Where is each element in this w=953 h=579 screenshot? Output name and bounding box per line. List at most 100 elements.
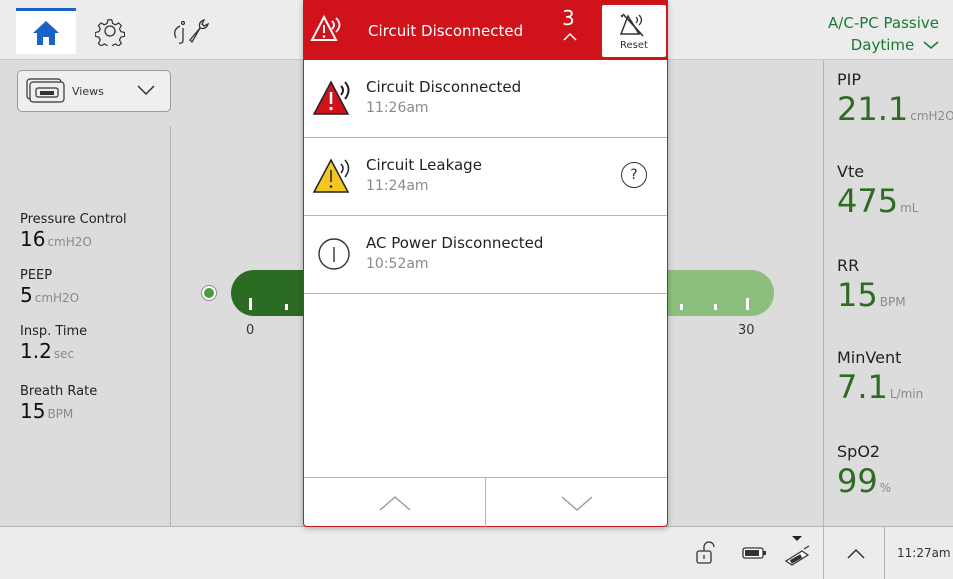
chevron-up-icon bbox=[847, 548, 865, 559]
power-status[interactable] bbox=[780, 531, 814, 569]
gauge-tick bbox=[680, 304, 683, 310]
param-label: MinVent bbox=[837, 348, 902, 367]
alarm-item[interactable]: AC Power Disconnected 10:52am bbox=[304, 216, 667, 294]
tab-tools[interactable] bbox=[160, 8, 220, 54]
setting-label: Breath Rate bbox=[20, 384, 98, 399]
expand-button[interactable] bbox=[836, 537, 876, 571]
panel-divider bbox=[170, 126, 171, 526]
param-unit: mL bbox=[900, 201, 919, 215]
setting-value: 5 cmH2O bbox=[20, 284, 79, 309]
alarm-item[interactable]: Circuit Leakage 11:24am ? bbox=[304, 138, 667, 216]
param-label: SpO2 bbox=[837, 442, 881, 461]
help-icon[interactable]: ? bbox=[621, 162, 647, 188]
param-unit: L/min bbox=[889, 387, 924, 401]
scroll-down-button[interactable] bbox=[486, 478, 667, 527]
alarm-time: 11:24am bbox=[366, 178, 429, 194]
settings-panel: Views Pressure Control 16 cmH2O PEEP 5 cmH… bbox=[0, 60, 172, 526]
param-rr: RR 15 BPM bbox=[837, 256, 906, 321]
home-icon bbox=[33, 20, 59, 45]
views-icon bbox=[26, 78, 65, 103]
alarm-panel: Circuit Disconnected 3 Reset Circuit Dis… bbox=[303, 0, 668, 527]
tab-home[interactable] bbox=[16, 8, 76, 54]
gauge-indicator-dot bbox=[202, 286, 216, 300]
alarm-reset-button[interactable]: Reset bbox=[601, 4, 667, 58]
setting-value: 1.2 sec bbox=[20, 340, 87, 365]
setting-number: 5 bbox=[20, 283, 33, 307]
alarm-time: 10:52am bbox=[366, 256, 429, 272]
setting-unit: sec bbox=[53, 347, 75, 361]
setting-value: 16 cmH2O bbox=[20, 228, 127, 253]
gauge-max-label: 30 bbox=[738, 323, 755, 338]
param-value: 15 BPM bbox=[837, 276, 906, 321]
battery-icon bbox=[742, 547, 766, 559]
setting-pressure-control[interactable]: Pressure Control 16 cmH2O bbox=[20, 212, 127, 253]
alarm-header[interactable]: Circuit Disconnected 3 Reset bbox=[304, 0, 667, 60]
setting-number: 15 bbox=[20, 399, 46, 423]
gauge-tick bbox=[285, 304, 288, 310]
chevron-up-icon bbox=[563, 32, 577, 41]
alarm-title: Circuit Leakage bbox=[366, 156, 482, 174]
param-pip: PIP 21.1 cmH2O bbox=[837, 70, 953, 135]
chevron-down-icon bbox=[137, 85, 155, 96]
chevron-down-icon bbox=[923, 41, 939, 49]
info-icon bbox=[318, 238, 350, 270]
ventilation-mode[interactable]: A/C-PC Passive Daytime bbox=[828, 12, 939, 56]
mode-schedule-label: Daytime bbox=[850, 36, 915, 54]
param-number: 21.1 bbox=[837, 90, 909, 128]
alarm-header-title: Circuit Disconnected bbox=[368, 22, 524, 40]
param-unit: % bbox=[879, 481, 892, 495]
setting-insp-time[interactable]: Insp. Time 1.2 sec bbox=[20, 324, 87, 365]
setting-number: 16 bbox=[20, 227, 46, 251]
setting-unit: cmH2O bbox=[34, 291, 80, 305]
param-unit: cmH2O bbox=[910, 109, 953, 123]
tools-icon bbox=[174, 18, 210, 44]
gear-icon bbox=[95, 19, 125, 46]
param-unit: BPM bbox=[879, 295, 906, 309]
setting-breath-rate[interactable]: Breath Rate 15 BPM bbox=[20, 384, 97, 425]
param-vte: Vte 475 mL bbox=[837, 162, 918, 227]
lock-button[interactable] bbox=[690, 539, 720, 567]
setting-unit: cmH2O bbox=[47, 235, 92, 249]
ac-power-icon bbox=[784, 536, 810, 566]
chevron-up-icon bbox=[379, 495, 410, 511]
pressure-gauge-left bbox=[231, 270, 307, 316]
setting-label: Insp. Time bbox=[20, 324, 88, 339]
alarm-title: Circuit Disconnected bbox=[366, 78, 522, 96]
gauge-tick bbox=[746, 298, 749, 310]
gauge-min-label: 0 bbox=[246, 323, 255, 338]
param-number: 475 bbox=[837, 182, 899, 220]
setting-label: PEEP bbox=[20, 268, 53, 283]
clock: 11:27am bbox=[897, 546, 951, 560]
param-label: RR bbox=[837, 256, 860, 275]
alarm-reset-icon bbox=[619, 12, 644, 37]
param-label: PIP bbox=[837, 70, 862, 89]
alarm-time: 11:26am bbox=[366, 100, 429, 116]
bottom-divider bbox=[884, 527, 885, 579]
reset-label: Reset bbox=[620, 39, 648, 51]
mode-schedule: Daytime bbox=[828, 34, 939, 56]
alarm-item[interactable]: Circuit Disconnected 11:26am bbox=[304, 60, 667, 138]
alarm-high-icon bbox=[312, 80, 350, 115]
tab-settings[interactable] bbox=[80, 8, 140, 54]
setting-label: Pressure Control bbox=[20, 212, 127, 227]
views-label: Views bbox=[72, 84, 104, 98]
gauge-tick bbox=[714, 304, 717, 310]
setting-unit: BPM bbox=[47, 407, 74, 421]
bottom-divider bbox=[823, 527, 824, 579]
scroll-up-button[interactable] bbox=[304, 478, 485, 527]
gauge-tick bbox=[249, 298, 252, 310]
alarm-high-icon bbox=[310, 14, 341, 41]
unlock-icon bbox=[696, 541, 715, 564]
alarm-medium-icon bbox=[312, 158, 350, 193]
mode-name: A/C-PC Passive bbox=[828, 14, 939, 32]
param-value: 21.1 cmH2O bbox=[837, 90, 953, 135]
setting-value: 15 BPM bbox=[20, 400, 97, 425]
param-value: 7.1 L/min bbox=[837, 368, 923, 413]
chevron-down-icon bbox=[561, 495, 592, 511]
param-number: 15 bbox=[837, 276, 878, 314]
setting-peep[interactable]: PEEP 5 cmH2O bbox=[20, 268, 79, 309]
views-dropdown[interactable]: Views bbox=[17, 70, 171, 112]
param-label: Vte bbox=[837, 162, 865, 181]
param-spo2: SpO2 99% bbox=[837, 442, 891, 507]
param-number: 99 bbox=[837, 462, 878, 500]
